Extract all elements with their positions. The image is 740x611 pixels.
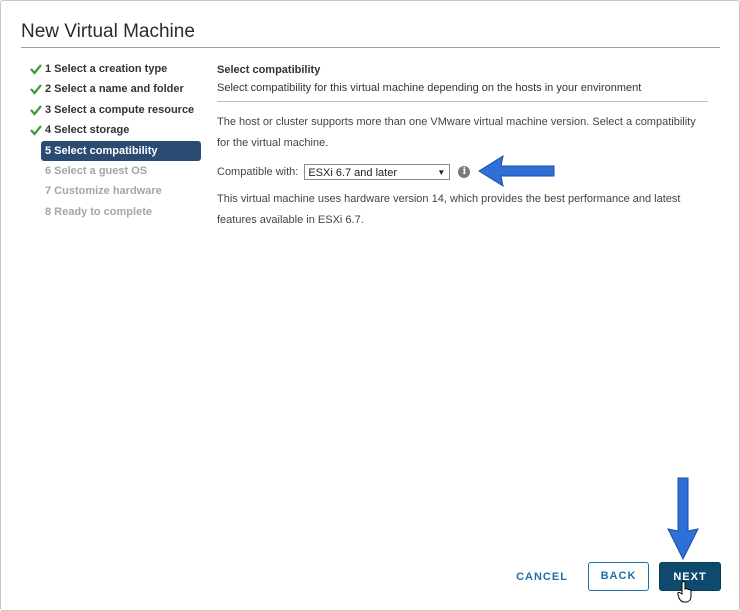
wizard-steps: 1 Select a creation type 2 Select a name…: [25, 59, 203, 222]
checkmark-icon: [30, 105, 42, 116]
step-2-name-folder[interactable]: 2 Select a name and folder: [25, 79, 203, 99]
content-title: Select compatibility: [217, 64, 321, 76]
step-1-creation-type[interactable]: 1 Select a creation type: [25, 59, 203, 79]
compatibility-row: Compatible with: ESXi 6.7 and later ▼ i: [217, 162, 471, 182]
content-subtitle: Select compatibility for this virtual ma…: [217, 82, 642, 94]
compatible-with-label: Compatible with:: [217, 166, 299, 178]
compatibility-description: The host or cluster supports more than o…: [217, 116, 696, 149]
step-label: 8 Ready to complete: [45, 205, 152, 218]
step-content: Select compatibility Select compatibilit…: [217, 61, 709, 154]
step-7-customize-hardware: 7 Customize hardware: [25, 181, 203, 201]
step-label: 1 Select a creation type: [45, 63, 168, 75]
step-label: 3 Select a compute resource: [45, 103, 195, 116]
hardware-version-note: This virtual machine uses hardware versi…: [217, 193, 681, 226]
step-label: 5 Select compatibility: [45, 144, 158, 157]
annotation-arrow-down-icon: [667, 477, 699, 561]
step-label: 2 Select a name and folder: [45, 83, 184, 96]
checkmark-icon: [30, 84, 42, 96]
info-icon[interactable]: i: [458, 166, 471, 178]
compatibility-select-value: ESXi 6.7 and later: [308, 167, 397, 179]
step-label: 7 Customize hardware: [45, 185, 162, 198]
dialog-title: New Virtual Machine: [21, 21, 195, 42]
annotation-arrow-left-icon: [478, 154, 555, 188]
content-divider: [217, 101, 708, 102]
checkmark-icon: [30, 125, 42, 136]
step-5-compatibility[interactable]: 5 Select compatibility: [41, 140, 201, 161]
checkmark-icon: [30, 64, 42, 75]
compatibility-select[interactable]: ESXi 6.7 and later ▼: [304, 164, 451, 180]
title-divider: [21, 47, 720, 48]
hand-cursor-icon: [677, 581, 692, 603]
back-button[interactable]: BACK: [588, 562, 649, 591]
step-4-storage[interactable]: 4 Select storage: [25, 120, 203, 140]
step-label: 4 Select storage: [45, 124, 130, 137]
caret-down-icon: ▼: [437, 168, 446, 177]
step-6-guest-os: 6 Select a guest OS: [25, 161, 203, 181]
cancel-button[interactable]: CANCEL: [510, 563, 574, 591]
step-8-ready-to-complete: 8 Ready to complete: [25, 202, 203, 222]
new-vm-dialog: New Virtual Machine 1 Select a creation …: [0, 0, 740, 611]
step-label: 6 Select a guest OS: [45, 164, 148, 177]
step-3-compute-resource[interactable]: 3 Select a compute resource: [25, 100, 203, 120]
